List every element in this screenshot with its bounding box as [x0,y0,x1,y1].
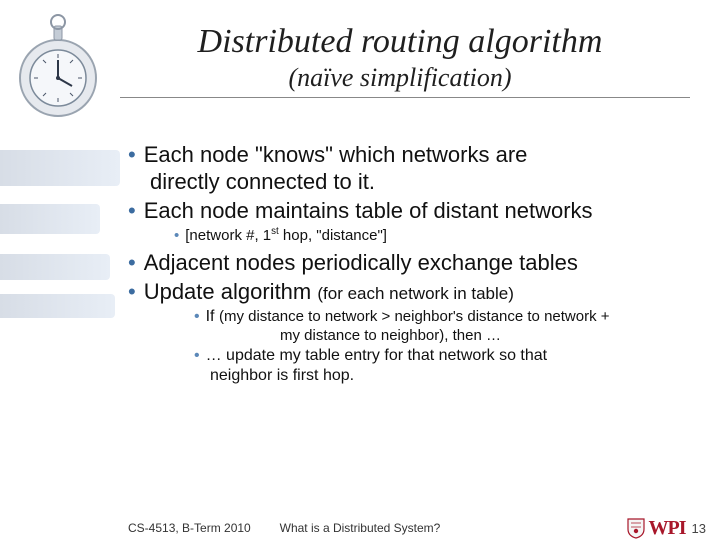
decorative-bar [0,204,100,234]
bullet-dot-icon: • [128,142,136,167]
bullet-text: Update algorithm [144,279,318,304]
bullet-text: Each node "knows" which networks are [144,142,528,167]
footer-title: What is a Distributed System? [0,521,720,535]
bullet-dot-icon: • [128,198,136,223]
bullet-dot-icon: • [194,347,200,364]
slide-subtitle: (naïve simplification) [120,63,680,93]
bullet-dot-icon: • [194,308,200,325]
page-number: 13 [692,521,706,536]
sub-bullet-item: • … update my table entry for that networ… [128,346,712,386]
wpi-logo: WPI [627,517,686,540]
title-underline [120,97,690,98]
bullet-dot-icon: • [128,279,136,304]
decorative-bars [0,150,120,336]
sub-bullet-lead: If [206,308,219,325]
bullet-item: • Update algorithm (for each network in t… [128,279,712,306]
bullet-text: Each node maintains table of distant net… [144,198,593,223]
bullet-text-wrap: directly connected to it. [128,169,712,196]
bullet-item: • Each node "knows" which networks are di… [128,142,712,196]
decorative-bar [0,294,115,318]
superscript: st [271,226,279,237]
slide: Distributed routing algorithm (naïve sim… [0,0,720,540]
decorative-bar [0,254,110,280]
content-body: • Each node "knows" which networks are di… [128,142,712,386]
bullet-paren: (for each network in table) [317,284,514,303]
bullet-dot-icon: • [128,250,136,275]
bullet-item: • Each node maintains table of distant ne… [128,198,712,225]
sub-bullet-condition-wrap: my distance to neighbor) [280,327,444,344]
sub-bullet-then: , then … [444,327,501,344]
sub-bullet-condition: (my distance to network > neighbor's dis… [219,308,610,325]
bullet-dot-icon: • [174,227,179,244]
sub-bullet-text-tail: hop, "distance"] [279,227,387,244]
shield-icon [627,517,645,539]
sub-bullet-item: • [network #, 1st hop, "distance"] [128,226,712,245]
sub-bullet-text: [network #, 1 [185,227,271,244]
sub-bullet-text-wrap: neighbor is first hop. [194,366,712,386]
sub-bullet-item: • If (my distance to network > neighbor's… [128,307,712,346]
bullet-text: Adjacent nodes periodically exchange tab… [144,250,578,275]
wpi-logo-text: WPI [649,517,686,540]
slide-title: Distributed routing algorithm [120,22,680,61]
title-block: Distributed routing algorithm (naïve sim… [0,0,720,93]
pocket-watch-icon [8,8,108,128]
decorative-bar [0,150,120,186]
bullet-item: • Adjacent nodes periodically exchange ta… [128,250,712,277]
footer-right: WPI 13 [627,517,706,540]
sub-bullet-text: … update my table entry for that network… [206,347,548,364]
